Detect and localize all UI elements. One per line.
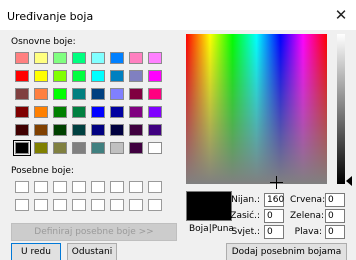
basic-color-swatch[interactable] bbox=[15, 52, 29, 64]
basic-color-swatch[interactable] bbox=[15, 70, 29, 82]
custom-color-slot[interactable] bbox=[110, 181, 124, 193]
red-field[interactable]: 0 bbox=[325, 193, 345, 207]
edit-colors-dialog: Uređivanje boja ✕ Osnovne boje: Posebne … bbox=[0, 0, 356, 260]
green-label: Zelena: bbox=[290, 211, 324, 221]
basic-color-swatch[interactable] bbox=[34, 88, 48, 100]
basic-color-swatch[interactable] bbox=[148, 70, 162, 82]
custom-color-slot[interactable] bbox=[110, 199, 124, 211]
basic-color-swatch[interactable] bbox=[53, 52, 67, 64]
basic-color-swatch[interactable] bbox=[148, 52, 162, 64]
custom-color-slot[interactable] bbox=[53, 181, 67, 193]
basic-color-swatch[interactable] bbox=[72, 106, 86, 118]
basic-color-swatch[interactable] bbox=[34, 142, 48, 154]
define-custom-colors-button[interactable]: Definiraj posebne boje >> bbox=[11, 223, 177, 241]
basic-color-swatch[interactable] bbox=[15, 106, 29, 118]
custom-color-slot[interactable] bbox=[15, 181, 29, 193]
basic-color-swatch[interactable] bbox=[34, 70, 48, 82]
basic-color-swatch[interactable] bbox=[91, 142, 105, 154]
luminance-field[interactable]: 0 bbox=[264, 225, 284, 239]
ok-button[interactable]: U redu bbox=[11, 243, 61, 260]
custom-color-slot[interactable] bbox=[72, 199, 86, 211]
saturation-field[interactable]: 0 bbox=[264, 209, 284, 223]
title-bar: Uređivanje boja ✕ bbox=[0, 0, 356, 30]
basic-color-swatch[interactable] bbox=[34, 124, 48, 136]
custom-color-slot[interactable] bbox=[91, 181, 105, 193]
basic-color-swatch[interactable] bbox=[91, 124, 105, 136]
basic-color-swatch[interactable] bbox=[91, 52, 105, 64]
basic-color-swatch[interactable] bbox=[129, 52, 143, 64]
basic-color-swatch[interactable] bbox=[72, 88, 86, 100]
basic-color-swatch[interactable] bbox=[91, 70, 105, 82]
basic-color-swatch[interactable] bbox=[129, 88, 143, 100]
basic-color-swatch[interactable] bbox=[34, 52, 48, 64]
basic-color-swatch[interactable] bbox=[129, 106, 143, 118]
red-label: Crvena: bbox=[290, 195, 326, 205]
basic-color-swatch[interactable] bbox=[148, 88, 162, 100]
basic-color-swatch[interactable] bbox=[110, 142, 124, 154]
custom-color-slot[interactable] bbox=[129, 199, 143, 211]
basic-color-swatch[interactable] bbox=[91, 106, 105, 118]
slider-arrow-icon[interactable] bbox=[346, 176, 352, 186]
basic-color-swatch[interactable] bbox=[91, 88, 105, 100]
green-field[interactable]: 0 bbox=[325, 209, 345, 223]
basic-color-swatch[interactable] bbox=[72, 142, 86, 154]
basic-color-swatch[interactable] bbox=[34, 106, 48, 118]
blue-field[interactable]: 0 bbox=[325, 225, 345, 239]
basic-color-swatch[interactable] bbox=[72, 124, 86, 136]
cancel-button[interactable]: Odustani bbox=[67, 243, 117, 260]
hue-label: Nijan.: bbox=[231, 195, 260, 205]
basic-color-swatch[interactable] bbox=[53, 70, 67, 82]
basic-color-swatch[interactable] bbox=[110, 106, 124, 118]
blue-label: Plava: bbox=[294, 227, 322, 237]
window-title: Uređivanje boja bbox=[7, 10, 94, 23]
custom-color-slot[interactable] bbox=[34, 199, 48, 211]
color-spectrum[interactable] bbox=[186, 34, 327, 184]
basic-color-swatch[interactable] bbox=[15, 88, 29, 100]
custom-color-slot[interactable] bbox=[148, 181, 162, 193]
luminance-label: Svjet.: bbox=[231, 227, 261, 237]
basic-color-swatch[interactable] bbox=[53, 106, 67, 118]
basic-colors-label: Osnovne boje: bbox=[11, 37, 76, 47]
basic-color-swatch[interactable] bbox=[15, 124, 29, 136]
basic-color-swatch[interactable] bbox=[13, 140, 31, 156]
basic-color-swatch[interactable] bbox=[53, 88, 67, 100]
custom-color-slot[interactable] bbox=[53, 199, 67, 211]
custom-color-slot[interactable] bbox=[148, 199, 162, 211]
basic-color-swatch[interactable] bbox=[53, 142, 67, 154]
basic-color-swatch[interactable] bbox=[110, 124, 124, 136]
custom-color-slot[interactable] bbox=[15, 199, 29, 211]
basic-color-swatch[interactable] bbox=[53, 124, 67, 136]
basic-color-swatch[interactable] bbox=[110, 88, 124, 100]
basic-color-swatch[interactable] bbox=[72, 52, 86, 64]
luminance-slider[interactable] bbox=[337, 34, 345, 184]
basic-color-swatch[interactable] bbox=[129, 124, 143, 136]
custom-color-slot[interactable] bbox=[34, 181, 48, 193]
color-preview bbox=[186, 191, 232, 221]
basic-color-swatch[interactable] bbox=[129, 70, 143, 82]
add-to-custom-colors-button[interactable]: Dodaj posebnim bojama bbox=[226, 243, 347, 260]
custom-color-slot[interactable] bbox=[129, 181, 143, 193]
basic-color-swatch[interactable] bbox=[110, 52, 124, 64]
close-icon[interactable]: ✕ bbox=[332, 6, 350, 24]
saturation-label: Zasić.: bbox=[230, 211, 260, 221]
crosshair-icon bbox=[270, 176, 283, 189]
custom-colors-label: Posebne boje: bbox=[11, 166, 74, 176]
basic-color-swatch[interactable] bbox=[148, 124, 162, 136]
custom-color-slot[interactable] bbox=[72, 181, 86, 193]
basic-color-swatch[interactable] bbox=[72, 70, 86, 82]
hue-field[interactable]: 160 bbox=[264, 193, 284, 207]
basic-color-swatch[interactable] bbox=[148, 142, 162, 154]
basic-color-swatch[interactable] bbox=[129, 142, 143, 154]
basic-color-swatch[interactable] bbox=[110, 70, 124, 82]
custom-color-slot[interactable] bbox=[91, 199, 105, 211]
basic-color-swatch[interactable] bbox=[148, 106, 162, 118]
